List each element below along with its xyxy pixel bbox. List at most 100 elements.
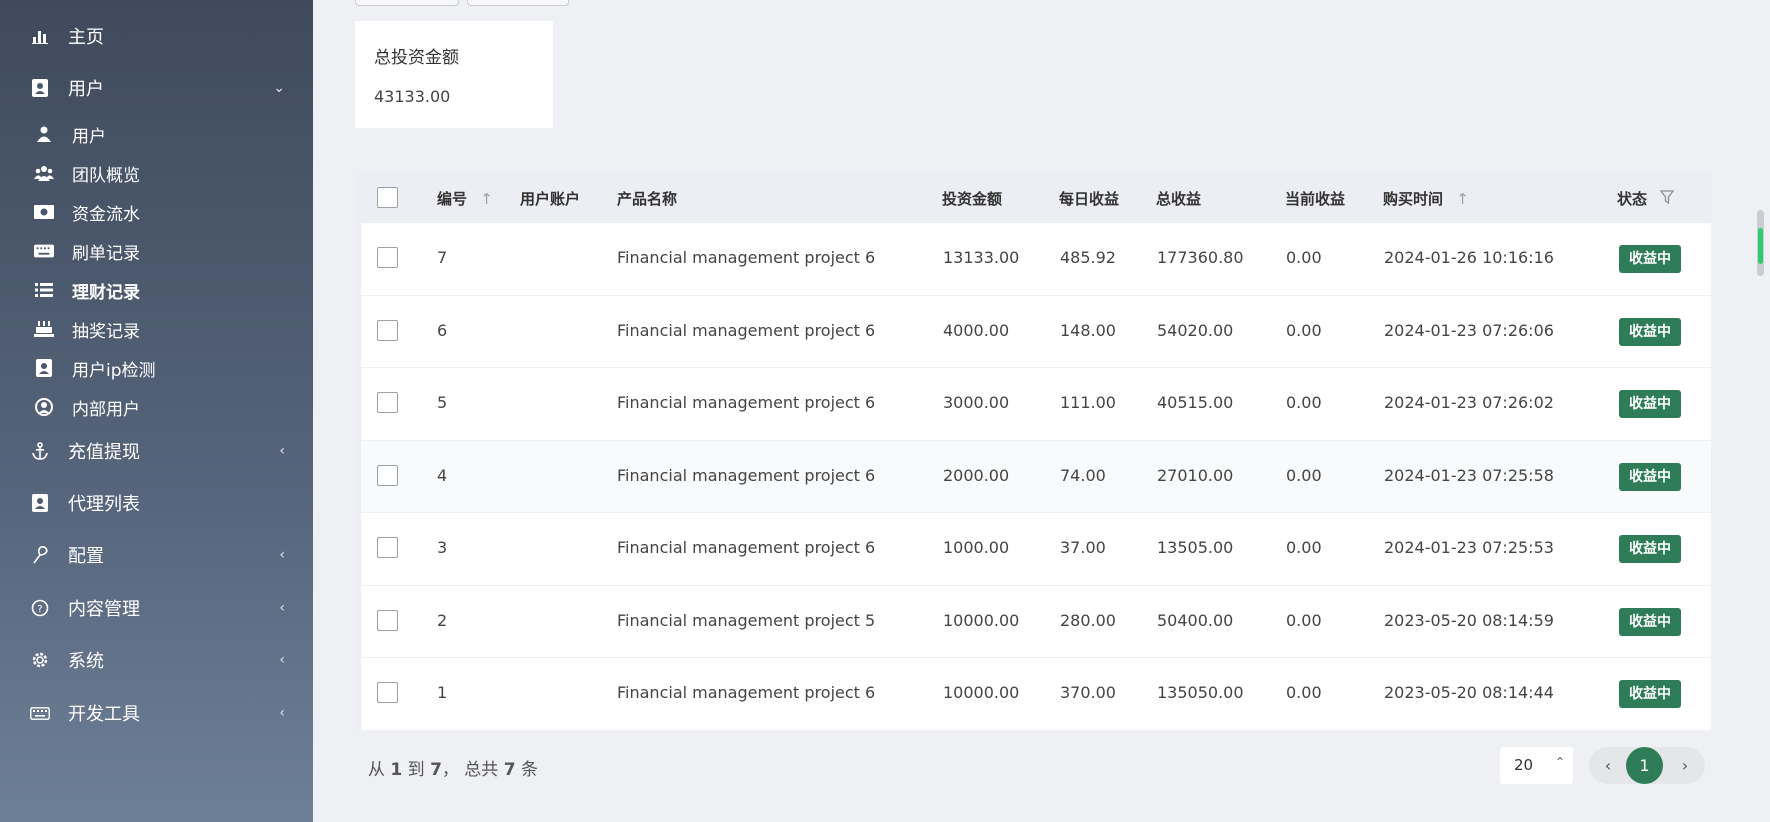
column-id[interactable]: 编号 ↑ (437, 188, 493, 209)
sidebar-item-finance[interactable]: 理财记录 (0, 268, 313, 312)
chevron-left-icon: ‹ (279, 600, 285, 616)
gear-icon (30, 650, 50, 670)
column-current[interactable]: 当前收益 (1285, 188, 1345, 209)
nav-label: 开发工具 (68, 704, 140, 725)
row-checkbox[interactable] (377, 682, 398, 703)
total-investment-card: 总投资金额 43133.00 (355, 21, 553, 128)
table-row[interactable]: 7 Financial management project 6 13133.0… (361, 223, 1711, 296)
chevron-left-icon: ‹ (279, 705, 285, 721)
nav-recharge[interactable]: 充值提现 ‹ (0, 429, 313, 473)
chevron-left-icon: ‹ (279, 652, 285, 668)
summary-total: 7 (503, 760, 516, 780)
nav-dev-tools[interactable]: 开发工具 ‹ (0, 691, 313, 735)
nav-label: 用户ip检测 (72, 360, 156, 381)
chevron-left-icon: ‹ (279, 547, 285, 563)
sidebar-item-funds[interactable]: 资金流水 (0, 190, 313, 234)
nav-label: 刷单记录 (72, 243, 140, 264)
records-table: 编号 ↑ 用户账户 产品名称 投资金额 每日收益 总收益 当前收益 购买时间 ↑… (355, 171, 1711, 731)
next-page-button[interactable]: › (1666, 747, 1704, 784)
column-time[interactable]: 购买时间 ↑ (1383, 188, 1469, 209)
cell-id: 2 (437, 610, 448, 630)
sidebar: 主页 用户 ⌄ 用户 团队概览 资金流水 刷单记录 理财记录 抽奖记录 用户ip… (0, 0, 313, 822)
sidebar-item-team[interactable]: 团队概览 (0, 151, 313, 195)
cell-amount: 3000.00 (943, 393, 1010, 412)
cell-product: Financial management project 6 (617, 683, 876, 702)
sidebar-item-ip-check[interactable]: 用户ip检测 (0, 346, 313, 390)
main-content: 总投资金额 43133.00 编号 ↑ 用户账户 产品名称 投资金额 每日收益 … (313, 0, 1770, 822)
nav-users-group[interactable]: 用户 ⌄ (0, 66, 313, 110)
cell-current: 0.00 (1286, 538, 1322, 557)
row-checkbox[interactable] (377, 609, 398, 631)
nav-config[interactable]: 配置 ‹ (0, 533, 313, 577)
column-account[interactable]: 用户账户 (520, 188, 580, 209)
page-size-select[interactable]: 20 ⌃ (1500, 747, 1573, 784)
chevron-down-icon: ⌄ (273, 80, 285, 96)
user-card-icon (34, 358, 54, 378)
column-label: 编号 (437, 190, 468, 208)
toolbar-button[interactable] (467, 0, 569, 6)
cell-id: 7 (437, 248, 448, 267)
nav-content[interactable]: ? 内容管理 ‹ (0, 586, 313, 630)
config-icon (30, 545, 50, 565)
cell-current: 0.00 (1286, 248, 1322, 267)
table-row[interactable]: 5 Financial management project 6 3000.00… (361, 368, 1711, 441)
cell-daily: 37.00 (1060, 538, 1106, 557)
row-checkbox[interactable] (377, 392, 398, 413)
row-checkbox[interactable] (377, 319, 398, 341)
cell-amount: 13133.00 (943, 248, 1020, 267)
column-product[interactable]: 产品名称 (617, 188, 677, 209)
nav-label: 抽奖记录 (72, 321, 140, 342)
row-checkbox[interactable] (377, 464, 398, 486)
status-badge: 收益中 (1619, 390, 1681, 418)
cell-amount: 2000.00 (943, 465, 1010, 485)
row-checkbox[interactable] (377, 247, 398, 268)
column-amount[interactable]: 投资金额 (942, 188, 1002, 209)
table-row[interactable]: 4 Financial management project 6 2000.00… (361, 440, 1711, 513)
nav-system[interactable]: 系统 ‹ (0, 638, 313, 682)
sidebar-item-lottery[interactable]: 抽奖记录 (0, 307, 313, 351)
table-body: 7 Financial management project 6 13133.0… (361, 223, 1711, 731)
sort-arrow-icon: ↑ (1456, 190, 1469, 208)
table-row[interactable]: 2 Financial management project 5 10000.0… (361, 586, 1711, 658)
summary-from: 1 (390, 760, 403, 780)
page-number-current[interactable]: 1 (1626, 747, 1663, 784)
column-daily[interactable]: 每日收益 (1059, 188, 1119, 209)
nav-agents[interactable]: 代理列表 (0, 481, 313, 525)
cell-time: 2024-01-23 07:26:02 (1384, 393, 1554, 412)
cell-product: Financial management project 5 (617, 610, 876, 630)
toolbar-button[interactable] (355, 0, 459, 6)
scrollbar[interactable] (1757, 210, 1764, 276)
cell-id: 1 (437, 683, 448, 702)
cell-product: Financial management project 6 (617, 393, 876, 412)
table-row[interactable]: 6 Financial management project 6 4000.00… (361, 296, 1711, 368)
row-checkbox[interactable] (377, 537, 398, 558)
column-total[interactable]: 总收益 (1156, 188, 1201, 209)
cell-current: 0.00 (1286, 610, 1322, 630)
cell-amount: 4000.00 (943, 320, 1010, 340)
cell-total: 135050.00 (1157, 683, 1244, 702)
column-label: 购买时间 (1383, 190, 1444, 208)
cell-current: 0.00 (1286, 683, 1322, 702)
table-row[interactable]: 1 Financial management project 6 10000.0… (361, 658, 1711, 731)
cell-time: 2023-05-20 08:14:44 (1384, 683, 1554, 702)
user-circle-icon (34, 397, 54, 417)
nav-home[interactable]: 主页 (0, 14, 313, 58)
sidebar-item-orders[interactable]: 刷单记录 (0, 229, 313, 273)
cell-daily: 485.92 (1060, 248, 1116, 267)
cell-id: 3 (437, 538, 448, 557)
select-all-checkbox[interactable] (377, 187, 398, 208)
cell-current: 0.00 (1286, 393, 1322, 412)
table-row[interactable]: 3 Financial management project 6 1000.00… (361, 513, 1711, 586)
cell-product: Financial management project 6 (617, 538, 876, 557)
prev-page-button[interactable]: ‹ (1589, 747, 1627, 784)
cell-product: Financial management project 6 (617, 465, 876, 485)
filter-icon[interactable] (1659, 190, 1675, 208)
cell-daily: 280.00 (1060, 610, 1116, 630)
person-icon (34, 124, 54, 144)
nav-label: 理财记录 (72, 282, 140, 303)
money-icon (34, 202, 54, 222)
column-status[interactable]: 状态 (1617, 188, 1675, 209)
status-badge: 收益中 (1619, 680, 1681, 708)
sidebar-item-users[interactable]: 用户 (0, 112, 313, 156)
sidebar-item-internal-users[interactable]: 内部用户 (0, 385, 313, 429)
